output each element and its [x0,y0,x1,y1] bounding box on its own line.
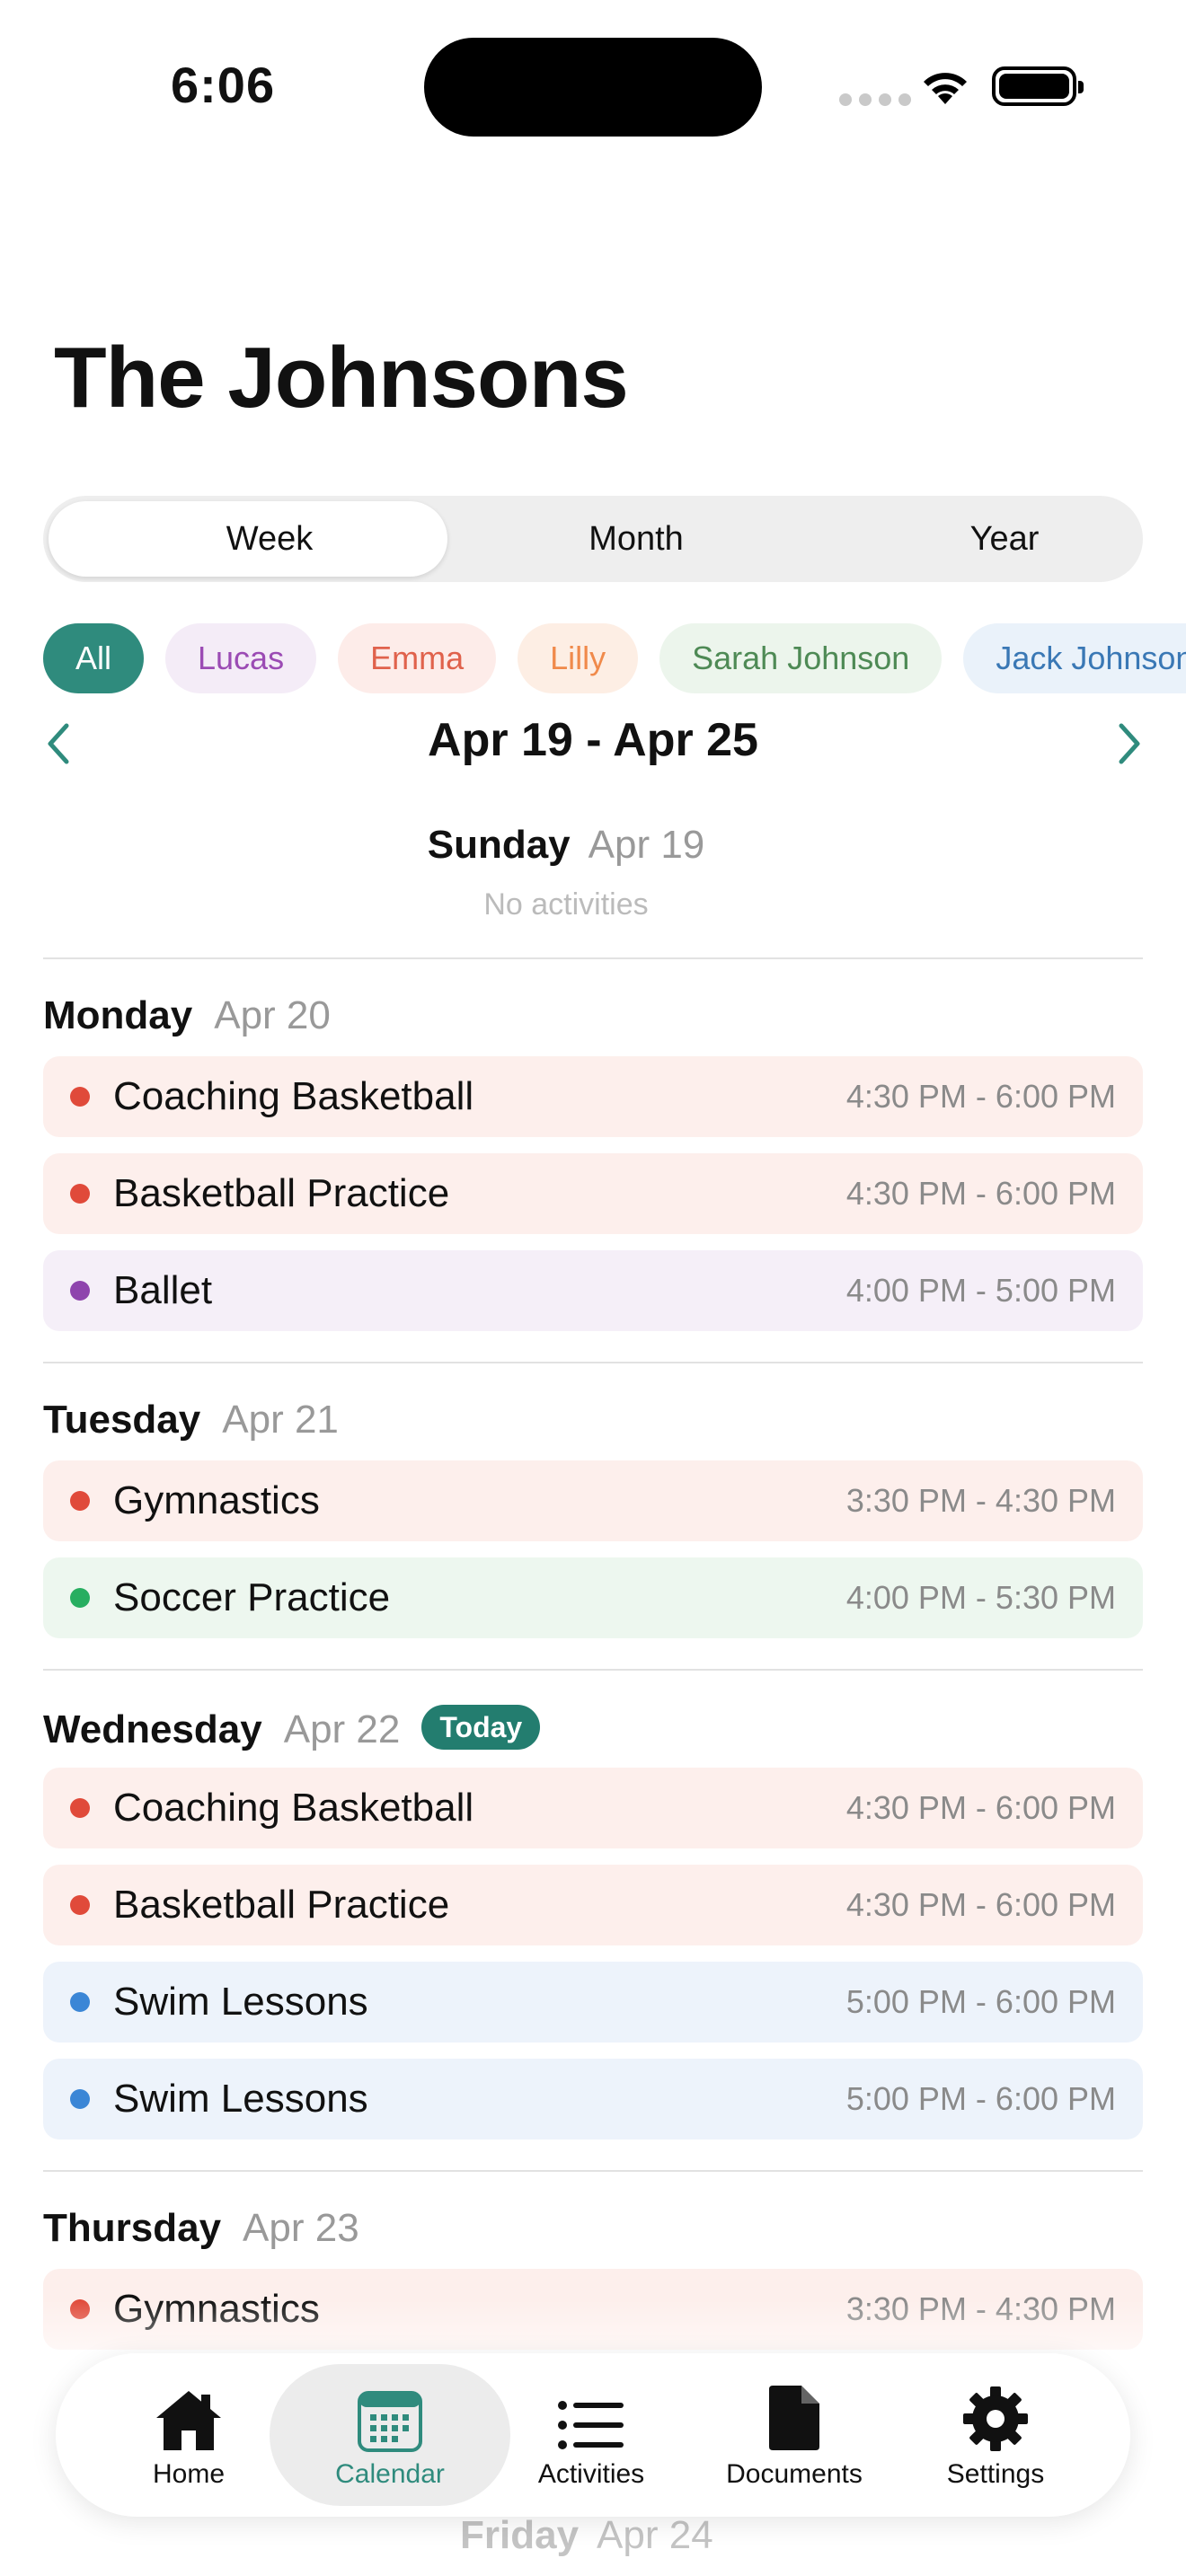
segment-month[interactable]: Month [453,496,819,582]
activity-time: 4:30 PM - 6:00 PM [845,1078,1116,1115]
filter-chip[interactable]: Lucas [165,623,317,693]
member-color-dot [70,2089,90,2109]
activity-row[interactable]: Swim Lessons 5:00 PM - 6:00 PM [43,2059,1143,2139]
segment-year[interactable]: Year [821,496,1186,582]
day-header: Thursday Apr 23 [43,2206,359,2251]
wifi-icon [918,65,972,110]
member-filter-chips: All Lucas Emma Lilly Sarah Johnson Jack Johns… [43,623,1186,693]
member-color-dot [70,1184,90,1204]
day-divider [43,1362,1143,1363]
battery-icon [992,66,1084,106]
page-title: The Johnsons [54,330,629,426]
day-name: Thursday [43,2206,222,2250]
day-divider [43,2170,1143,2172]
activity-row[interactable]: Ballet 4:00 PM - 5:00 PM [43,1250,1143,1331]
segment-week[interactable]: Week [86,496,453,582]
member-color-dot [70,1491,90,1511]
house-icon [90,2380,288,2452]
activity-name: Swim Lessons [113,1980,368,2024]
tab-home[interactable]: Home [90,2380,288,2497]
filter-chip[interactable]: Emma [338,623,497,693]
list-icon [492,2380,690,2452]
today-badge: Today [421,1705,541,1750]
day-date: Apr 24 [597,2513,713,2557]
member-color-dot [70,1588,90,1608]
filter-chip[interactable]: Sarah Johnson [659,623,943,693]
day-name: Tuesday [43,1398,201,1442]
tab-activities[interactable]: Activities [492,2380,690,2497]
member-color-dot [70,1798,90,1818]
gear-icon [897,2380,1094,2452]
day-date: Apr 19 [588,823,705,867]
day-header-sunday: Sunday Apr 19 [0,823,1132,868]
tab-label: Home [152,2459,226,2489]
day-divider [43,1669,1143,1671]
activity-row[interactable]: Basketball Practice 4:30 PM - 6:00 PM [43,1153,1143,1234]
activity-name: Gymnastics [113,1478,320,1522]
day-header: Monday Apr 20 [43,993,331,1038]
activity-name: Swim Lessons [113,2077,368,2121]
tab-calendar[interactable]: Calendar [291,2380,489,2497]
day-date: Apr 22 [283,1707,401,1751]
activity-row[interactable]: Soccer Practice 4:00 PM - 5:30 PM [43,1557,1143,1638]
member-color-dot [70,1281,90,1301]
activity-name: Ballet [113,1268,213,1312]
week-range-label: Apr 19 - Apr 25 [428,714,758,766]
activity-name: Coaching Basketball [113,1074,474,1118]
activity-time: 4:30 PM - 6:00 PM [845,1789,1116,1826]
activity-time: 5:00 PM - 6:00 PM [845,1983,1116,2020]
activity-time: 4:30 PM - 6:00 PM [845,1175,1116,1212]
tab-label: Calendar [335,2459,445,2489]
next-week-chevron-icon[interactable] [1102,717,1155,771]
day-name: Sunday [427,823,571,867]
calendar-icon [291,2380,489,2452]
tab-documents[interactable]: Documents [695,2380,893,2497]
no-activities-text: No activities [483,887,649,922]
day-header: Tuesday Apr 21 [43,1398,339,1442]
tab-label: Activities [537,2459,645,2489]
activity-time: 3:30 PM - 4:30 PM [845,1482,1116,1519]
day-date: Apr 21 [222,1398,339,1442]
filter-chip[interactable]: Lilly [518,623,639,693]
activity-time: 4:00 PM - 5:00 PM [845,1272,1116,1309]
filter-chip[interactable]: Jack Johnson [963,623,1186,693]
activity-name: Basketball Practice [113,1883,450,1927]
member-color-dot [70,1992,90,2012]
activity-row[interactable]: Coaching Basketball 4:30 PM - 6:00 PM [43,1056,1143,1137]
activity-time: 4:00 PM - 5:30 PM [845,1579,1116,1616]
member-color-dot [70,1087,90,1107]
day-name: Wednesday [43,1707,262,1751]
status-time: 6:06 [171,57,276,113]
cellular-signal-icon [839,93,911,106]
activity-name: Basketball Practice [113,1171,450,1215]
dynamic-island [424,38,762,137]
day-header: Wednesday Apr 22 Today [43,1705,541,1752]
day-header-friday: Friday Apr 24 [460,2513,713,2558]
member-color-dot [70,1895,90,1915]
activity-row[interactable]: Swim Lessons 5:00 PM - 6:00 PM [43,1962,1143,2042]
tab-label: Documents [726,2459,863,2489]
activity-name: Coaching Basketball [113,1786,474,1830]
activity-name: Soccer Practice [113,1575,391,1619]
filter-chip[interactable]: All [43,623,145,693]
tab-settings[interactable]: Settings [897,2380,1094,2497]
activity-row[interactable]: Coaching Basketball 4:30 PM - 6:00 PM [43,1768,1143,1848]
tab-label: Settings [946,2459,1045,2489]
day-divider [43,957,1143,959]
day-name: Friday [460,2513,580,2557]
activity-time: 5:00 PM - 6:00 PM [845,2080,1116,2117]
activity-row[interactable]: Gymnastics 3:30 PM - 4:30 PM [43,1460,1143,1541]
view-segmented-control: Week Month Year [43,496,1143,582]
activity-row[interactable]: Basketball Practice 4:30 PM - 6:00 PM [43,1865,1143,1945]
day-name: Monday [43,993,193,1037]
day-date: Apr 20 [214,993,331,1037]
day-date: Apr 23 [243,2206,359,2250]
document-icon [695,2380,893,2452]
activity-time: 4:30 PM - 6:00 PM [845,1886,1116,1923]
